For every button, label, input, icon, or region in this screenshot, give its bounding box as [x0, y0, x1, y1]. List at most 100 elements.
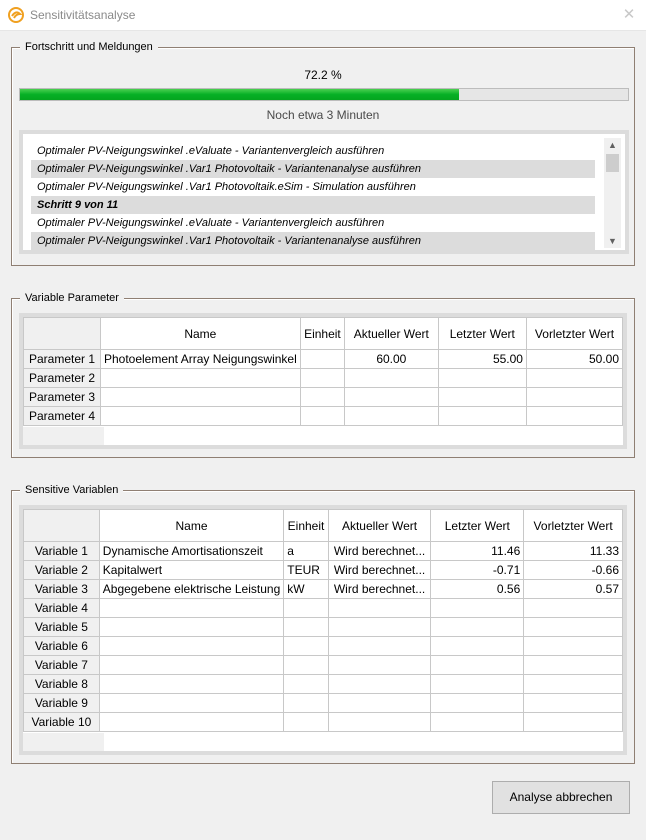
cell-unit[interactable]	[283, 617, 329, 637]
log-entry[interactable]: Optimaler PV-Neigungswinkel .eValuate - …	[31, 142, 595, 160]
cell-last[interactable]	[430, 693, 525, 713]
cell-previous[interactable]	[525, 406, 624, 426]
close-icon[interactable]: ✕	[620, 6, 638, 24]
cell-previous[interactable]	[523, 598, 623, 618]
cell-last[interactable]	[430, 674, 525, 694]
log-entry[interactable]: Optimaler PV-Neigungswinkel .Var1 Photov…	[31, 178, 595, 196]
cell-previous[interactable]: 50.00	[525, 349, 624, 369]
table-row[interactable]: Variable 6	[23, 636, 623, 656]
table-row[interactable]: Variable 9	[23, 693, 623, 713]
log-scrollbar[interactable]: ▲ ▼	[604, 138, 621, 248]
column-header-previous[interactable]: Vorletzter Wert	[523, 509, 623, 542]
cell-previous[interactable]	[523, 655, 623, 675]
log-entry[interactable]: Optimaler PV-Neigungswinkel .eValuate - …	[31, 214, 595, 232]
cell-last[interactable]	[437, 406, 527, 426]
cell-unit[interactable]	[299, 406, 346, 426]
cell-current[interactable]	[327, 655, 432, 675]
cell-name[interactable]: Kapitalwert	[98, 560, 285, 580]
column-header-name[interactable]: Name	[99, 317, 301, 350]
cell-name[interactable]	[99, 387, 301, 407]
cell-current[interactable]	[344, 368, 439, 388]
cell-last[interactable]	[437, 368, 527, 388]
row-header[interactable]: Variable 4	[23, 598, 100, 618]
column-header-last[interactable]: Letzter Wert	[430, 509, 525, 542]
log-entry[interactable]: Optimaler PV-Neigungswinkel .Var1 Photov…	[31, 160, 595, 178]
cell-current[interactable]: Wird berechnet...	[327, 579, 432, 599]
cell-current[interactable]	[327, 598, 432, 618]
cell-unit[interactable]	[299, 368, 346, 388]
cell-previous[interactable]	[525, 387, 624, 407]
table-row[interactable]: Variable 1 Dynamische Amortisationszeit a W…	[23, 541, 623, 561]
column-header-previous[interactable]: Vorletzter Wert	[525, 317, 624, 350]
table-row[interactable]: Variable 5	[23, 617, 623, 637]
cell-current[interactable]	[344, 406, 439, 426]
row-header[interactable]: Variable 2	[23, 560, 100, 580]
cell-previous[interactable]: -0.66	[523, 560, 623, 580]
cell-current[interactable]: Wird berechnet...	[327, 560, 432, 580]
table-row[interactable]: Parameter 4	[23, 406, 624, 426]
table-row[interactable]: Variable 2 Kapitalwert TEUR Wird berechnet.…	[23, 560, 623, 580]
column-header-current[interactable]: Aktueller Wert	[327, 509, 432, 542]
row-header[interactable]: Variable 10	[23, 712, 100, 732]
row-header[interactable]: Variable 7	[23, 655, 100, 675]
abort-analysis-button[interactable]: Analyse abbrechen	[492, 781, 630, 814]
cell-previous[interactable]: 11.33	[523, 541, 623, 561]
cell-last[interactable]	[430, 598, 525, 618]
cell-unit[interactable]	[283, 693, 329, 713]
table-row[interactable]: Variable 7	[23, 655, 623, 675]
log-entry[interactable]: Optimaler PV-Neigungswinkel .Var1 Photov…	[31, 232, 595, 250]
cell-current[interactable]: Wird berechnet...	[327, 541, 432, 561]
cell-unit[interactable]: TEUR	[283, 560, 329, 580]
column-header-name[interactable]: Name	[98, 509, 285, 542]
cell-previous[interactable]	[523, 674, 623, 694]
cell-last[interactable]	[437, 387, 527, 407]
cell-name[interactable]	[98, 636, 285, 656]
cell-unit[interactable]	[283, 598, 329, 618]
cell-last[interactable]	[430, 712, 525, 732]
cell-unit[interactable]	[283, 655, 329, 675]
scroll-thumb[interactable]	[606, 154, 619, 172]
row-header[interactable]: Variable 5	[23, 617, 100, 637]
cell-last[interactable]: 0.56	[430, 579, 525, 599]
row-header[interactable]: Parameter 3	[23, 387, 101, 407]
row-header[interactable]: Variable 9	[23, 693, 100, 713]
cell-previous[interactable]	[523, 712, 623, 732]
log-entry[interactable]: Schritt 9 von 11	[31, 196, 595, 214]
cell-last[interactable]: -0.71	[430, 560, 525, 580]
cell-current[interactable]: 60.00	[344, 349, 439, 369]
cell-name[interactable]	[98, 617, 285, 637]
scroll-down-icon[interactable]: ▼	[604, 234, 621, 248]
cell-previous[interactable]	[525, 368, 624, 388]
table-row[interactable]: Variable 10	[23, 712, 623, 732]
scroll-up-icon[interactable]: ▲	[604, 138, 621, 152]
column-header-current[interactable]: Aktueller Wert	[344, 317, 439, 350]
cell-last[interactable]	[430, 655, 525, 675]
table-row[interactable]: Variable 8	[23, 674, 623, 694]
row-header[interactable]: Variable 8	[23, 674, 100, 694]
cell-name[interactable]	[98, 712, 285, 732]
column-header-unit[interactable]: Einheit	[283, 509, 329, 542]
cell-current[interactable]	[327, 636, 432, 656]
cell-current[interactable]	[327, 693, 432, 713]
row-header[interactable]: Variable 1	[23, 541, 100, 561]
table-row[interactable]: Parameter 3	[23, 387, 624, 407]
cell-name[interactable]	[98, 655, 285, 675]
row-header[interactable]: Variable 6	[23, 636, 100, 656]
cell-name[interactable]	[98, 693, 285, 713]
cell-unit[interactable]	[299, 387, 346, 407]
cell-previous[interactable]	[523, 693, 623, 713]
column-header-unit[interactable]: Einheit	[299, 317, 346, 350]
cell-current[interactable]	[327, 617, 432, 637]
cell-name[interactable]	[98, 674, 285, 694]
cell-unit[interactable]: kW	[283, 579, 329, 599]
cell-unit[interactable]	[283, 674, 329, 694]
cell-name[interactable]	[99, 406, 301, 426]
cell-name[interactable]: Photoelement Array Neigungswinkel	[99, 349, 301, 369]
table-row[interactable]: Variable 3 Abgegebene elektrische Leistun…	[23, 579, 623, 599]
cell-last[interactable]: 11.46	[430, 541, 525, 561]
cell-current[interactable]	[327, 712, 432, 732]
cell-current[interactable]	[327, 674, 432, 694]
cell-unit[interactable]	[283, 712, 329, 732]
table-row[interactable]: Parameter 1 Photoelement Array Neigungswi…	[23, 349, 624, 369]
cell-name[interactable]: Abgegebene elektrische Leistung	[98, 579, 285, 599]
